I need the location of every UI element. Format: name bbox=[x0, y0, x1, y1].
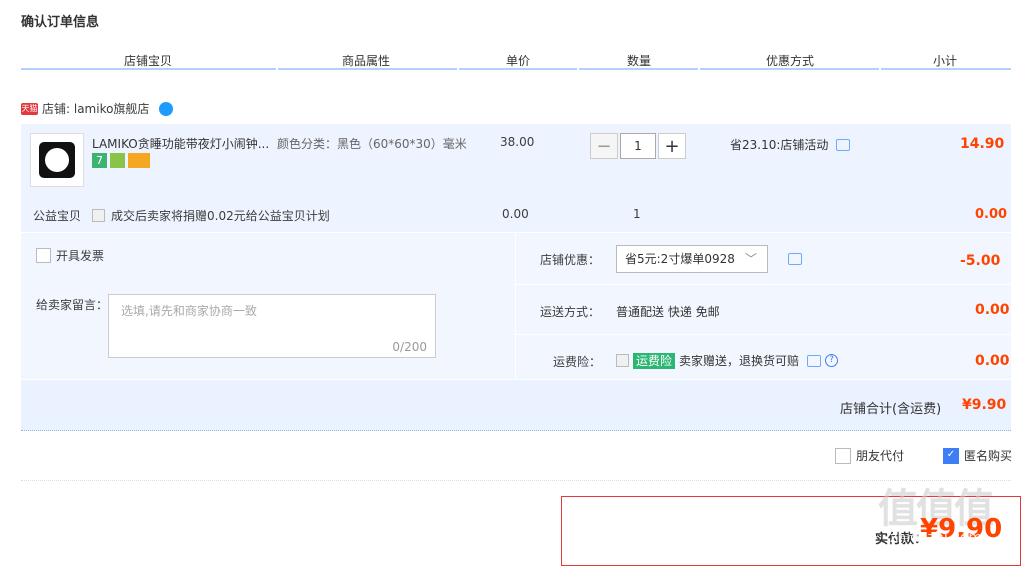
header-separator bbox=[276, 68, 278, 70]
shipping-amount: 0.00 bbox=[975, 302, 1010, 318]
promo-info: 省23.10:店铺活动 bbox=[730, 136, 851, 153]
insurance-row: 运费险 卖家赠送，退换货可赔 ? bbox=[616, 352, 839, 369]
row-divider bbox=[515, 334, 1011, 335]
charity-checkbox bbox=[92, 209, 105, 222]
item-subtotal: 14.90 bbox=[960, 136, 1005, 152]
col-header-price: 单价 bbox=[505, 54, 530, 68]
insurance-label: 运费险： bbox=[553, 355, 602, 369]
friend-pay-checkbox[interactable] bbox=[835, 447, 851, 464]
insurance-checkbox bbox=[616, 354, 629, 367]
col-header-promo: 优惠方式 bbox=[765, 54, 814, 68]
clock-image bbox=[39, 142, 75, 178]
shop-name-link[interactable]: 店铺: lamiko旗舰店 bbox=[42, 100, 149, 117]
charity-label: 公益宝贝 bbox=[33, 209, 82, 223]
section-divider bbox=[515, 233, 516, 379]
anonymous-label: 匿名购买 bbox=[964, 449, 1013, 463]
product-thumbnail[interactable] bbox=[30, 133, 84, 187]
anonymous-option[interactable]: ✓ 匿名购买 bbox=[943, 447, 1012, 464]
qty-plus-button[interactable]: + bbox=[658, 133, 686, 159]
unit-price: 38.00 bbox=[500, 135, 535, 149]
seller-message-input[interactable]: 选填,请先和商家协商一致 0/200 bbox=[108, 294, 436, 358]
discount-label: 店铺优惠： bbox=[540, 253, 601, 267]
discount-amount: -5.00 bbox=[960, 253, 1001, 269]
message-label: 给卖家留言： bbox=[36, 298, 109, 312]
header-underline bbox=[21, 68, 1011, 70]
tmall-icon: 天猫 bbox=[21, 102, 38, 115]
invoice-option[interactable]: 开具发票 bbox=[36, 247, 104, 264]
wangwang-chat-icon[interactable] bbox=[159, 101, 174, 116]
insurance-amount: 0.00 bbox=[975, 353, 1010, 369]
header-separator bbox=[698, 68, 700, 70]
shipping-value: 普通配送 快递 免邮 bbox=[616, 305, 720, 319]
shop-total-label: 店铺合计(含运费) bbox=[840, 402, 942, 417]
col-header-qty: 数量 bbox=[626, 54, 651, 68]
charity-price: 0.00 bbox=[502, 207, 529, 221]
charity-row: 成交后卖家将捐赠0.02元给公益宝贝计划 bbox=[92, 207, 330, 224]
qty-minus-button[interactable]: − bbox=[590, 133, 618, 159]
col-header-subtotal: 小计 bbox=[932, 54, 957, 68]
header-separator bbox=[577, 68, 579, 70]
header-separator bbox=[457, 68, 459, 70]
comment-icon[interactable] bbox=[807, 354, 822, 367]
separator bbox=[21, 480, 1011, 481]
watermark-text: zhidezhi.com bbox=[890, 530, 983, 546]
shipping-label: 运送方式： bbox=[540, 305, 601, 319]
header-separator bbox=[879, 68, 881, 70]
anonymous-checkbox[interactable]: ✓ bbox=[943, 447, 959, 464]
shop-row: 天猫 店铺: lamiko旗舰店 bbox=[21, 100, 174, 117]
promo-text: 省23.10:店铺活动 bbox=[730, 138, 829, 152]
col-header-item: 店铺宝贝 bbox=[123, 54, 172, 68]
insurance-tag: 运费险 bbox=[633, 352, 676, 369]
comment-icon[interactable] bbox=[836, 138, 851, 151]
charity-qty: 1 bbox=[633, 207, 641, 221]
friend-pay-option[interactable]: 朋友代付 bbox=[835, 447, 904, 464]
insurance-text: 卖家赠送，退换货可赔 bbox=[679, 354, 800, 368]
quantity-stepper: − 1 + bbox=[590, 133, 686, 159]
qty-input[interactable]: 1 bbox=[620, 133, 656, 159]
credit-card-icon[interactable] bbox=[128, 153, 150, 168]
friend-pay-label: 朋友代付 bbox=[856, 449, 905, 463]
shop-total-value: ¥9.90 bbox=[962, 397, 1007, 413]
chevron-down-icon: ﹀ bbox=[744, 252, 757, 266]
char-counter: 0/200 bbox=[392, 340, 427, 354]
seven-day-return-icon[interactable]: 7 bbox=[92, 153, 107, 168]
help-icon[interactable]: ? bbox=[825, 354, 839, 367]
product-attributes: 颜色分类：黑色（60*60*30）毫米 bbox=[277, 137, 467, 151]
comment-icon[interactable] bbox=[788, 253, 802, 265]
guarantee-icon[interactable] bbox=[110, 153, 125, 168]
invoice-label: 开具发票 bbox=[56, 249, 105, 263]
product-name-link[interactable]: LAMIKO贪睡功能带夜灯小闹钟... bbox=[92, 135, 272, 152]
charity-text: 成交后卖家将捐赠0.02元给公益宝贝计划 bbox=[111, 209, 330, 223]
message-placeholder: 选填,请先和商家协商一致 bbox=[121, 304, 257, 318]
row-divider bbox=[515, 284, 1011, 285]
invoice-checkbox[interactable] bbox=[36, 248, 51, 263]
page-title: 确认订单信息 bbox=[21, 15, 100, 30]
discount-selected: 省5元:2寸爆单0928 bbox=[625, 252, 735, 266]
charity-amount: 0.00 bbox=[975, 207, 1008, 222]
discount-select[interactable]: 省5元:2寸爆单0928 ﹀ bbox=[616, 245, 768, 273]
service-badges: 7 bbox=[92, 153, 150, 168]
col-header-attr: 商品属性 bbox=[341, 54, 390, 68]
